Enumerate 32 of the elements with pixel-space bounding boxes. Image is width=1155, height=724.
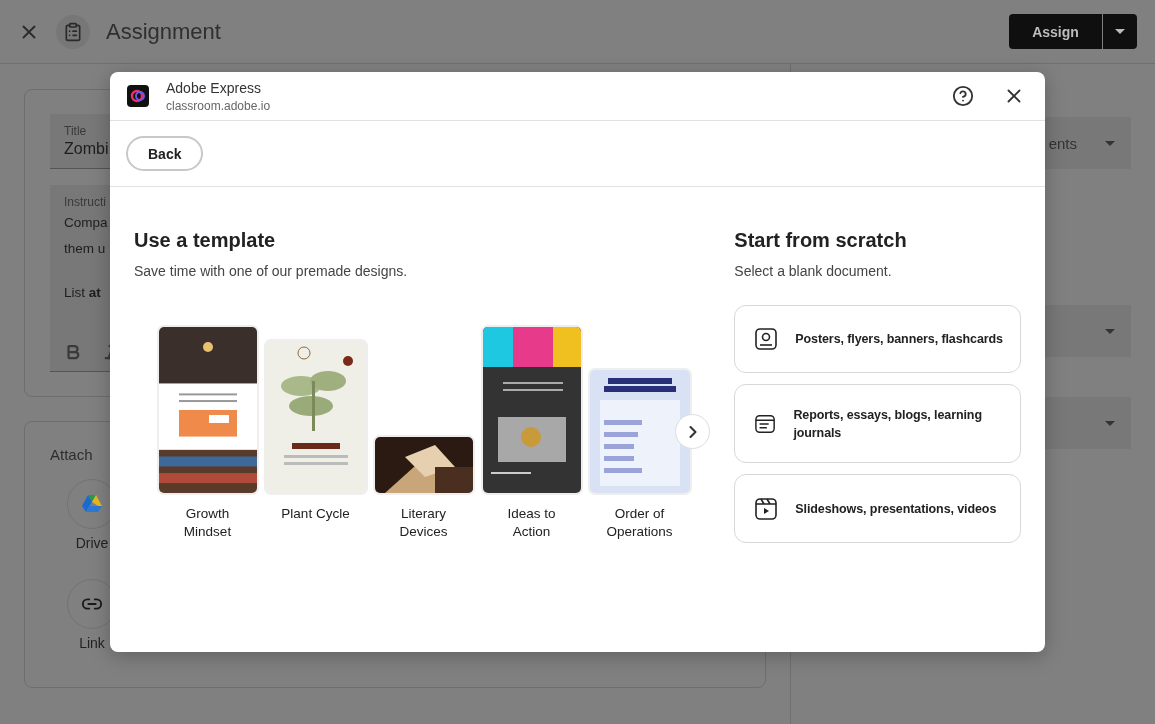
- bold-icon[interactable]: [64, 343, 82, 361]
- caret-icon: [1105, 420, 1115, 426]
- back-button[interactable]: Back: [126, 136, 204, 171]
- assign-options-button[interactable]: [1103, 14, 1137, 49]
- page-title: Assignment: [106, 18, 222, 45]
- poster-icon: [755, 328, 778, 350]
- video-icon: [755, 497, 778, 520]
- app-logo: [127, 85, 149, 107]
- document-type-option[interactable]: Reports, essays, blogs, learning journals: [734, 384, 1021, 463]
- template-name[interactable]: Order of Operations: [596, 505, 683, 541]
- drive-icon: [81, 494, 103, 514]
- clipboard-icon: [56, 14, 90, 49]
- attach-label: Attach: [50, 446, 94, 463]
- caret-icon: [1105, 328, 1115, 334]
- document-type-option[interactable]: Posters, flyers, banners, flashcards: [734, 305, 1021, 373]
- assign-button[interactable]: Assign: [1009, 14, 1102, 49]
- section-subtitle: Select a blank document.: [734, 263, 893, 279]
- section-heading: Start from scratch: [734, 229, 908, 252]
- section-subtitle: Save time with one of our premade designs.: [134, 263, 409, 279]
- template-name[interactable]: Ideas to Action: [488, 505, 575, 541]
- attach-label: Drive: [75, 535, 109, 551]
- section-heading: Use a template: [134, 229, 277, 252]
- template-name[interactable]: Growth Mindset: [164, 505, 251, 541]
- caret-icon: [1115, 29, 1125, 34]
- template-name[interactable]: Plant Cycle: [281, 505, 350, 523]
- app-name: Adobe Express: [166, 79, 262, 96]
- app-url: classroom.adobe.io: [166, 98, 272, 113]
- caret-icon: [1105, 140, 1115, 146]
- document-type-option[interactable]: Slideshows, presentations, videos: [734, 474, 1021, 543]
- document-icon: [755, 413, 776, 434]
- attach-label: Link: [79, 635, 105, 651]
- template-name[interactable]: Literary Devices: [380, 505, 467, 541]
